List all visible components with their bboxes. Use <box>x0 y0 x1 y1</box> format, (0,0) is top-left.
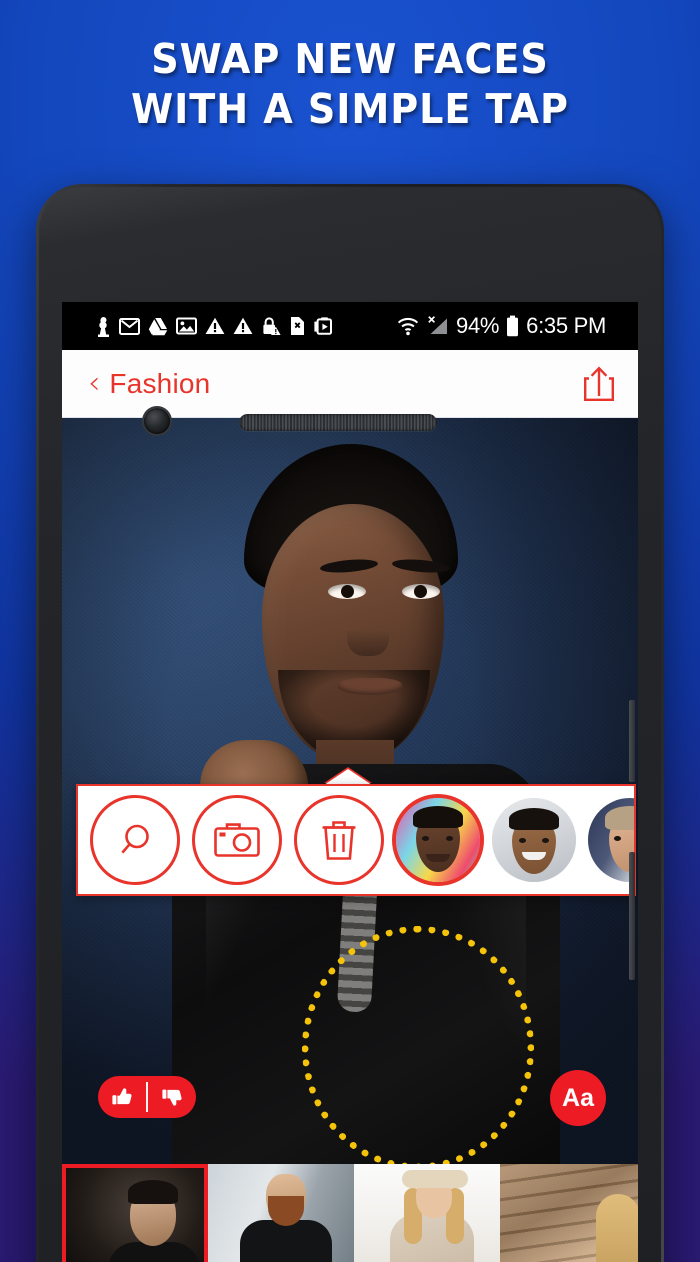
android-status-bar: 94% 6:35 PM <box>62 302 638 350</box>
wifi-icon <box>397 318 419 336</box>
rating-control <box>98 1076 196 1118</box>
gmail-icon <box>119 317 140 335</box>
thumbnail-hat <box>402 1170 468 1188</box>
google-drive-icon <box>148 317 168 335</box>
delete-face-button[interactable] <box>294 795 384 885</box>
status-system-icons: 94% 6:35 PM <box>396 313 622 339</box>
volume-button[interactable] <box>629 852 635 980</box>
avatar-hair <box>413 806 463 828</box>
camera-icon <box>214 823 260 857</box>
photo-canvas[interactable]: Aa <box>62 418 638 1164</box>
cell-signal-no-service-icon <box>428 316 448 334</box>
avatar-eye-left <box>519 838 526 843</box>
search-faces-button[interactable] <box>90 795 180 885</box>
file-error-icon <box>291 317 304 335</box>
avatar-hair <box>605 806 634 830</box>
dislike-button[interactable] <box>148 1086 196 1108</box>
template-thumbnail-2[interactable] <box>208 1164 354 1262</box>
avatar-eye-right <box>542 838 549 843</box>
page-title: Fashion <box>109 367 211 399</box>
template-thumbnail-4[interactable] <box>500 1164 638 1262</box>
promo-screenshot: SWAP NEW FACES WITH A SIMPLE TAP 94% 6:3… <box>0 0 700 1262</box>
like-button[interactable] <box>98 1086 146 1108</box>
battery-percent-label: 94% <box>456 313 500 338</box>
avatar-eye-left <box>422 836 429 841</box>
thumbs-down-icon <box>162 1089 182 1106</box>
back-button[interactable]: ‹ Fashion <box>88 368 210 400</box>
warning-icon <box>233 317 253 334</box>
media-clipboard-icon <box>314 317 332 335</box>
template-thumbnail-1[interactable] <box>62 1164 208 1262</box>
subject-mouth <box>338 678 402 695</box>
face-option-2[interactable] <box>492 798 576 882</box>
subject-nose <box>347 612 389 656</box>
chess-pawn-icon <box>98 316 109 337</box>
status-clock: 6:35 PM <box>526 313 606 338</box>
face-picker-toolbar <box>76 784 636 896</box>
avatar-eye-left <box>614 836 621 841</box>
subject-pupil-right <box>414 585 427 598</box>
rating-divider <box>146 1082 148 1112</box>
thumbnail-hair <box>596 1194 638 1262</box>
subject-pupil-left <box>341 585 354 598</box>
battery-full-icon <box>507 315 519 337</box>
promo-headline: SWAP NEW FACES WITH A SIMPLE TAP <box>0 34 700 134</box>
earpiece-speaker <box>239 414 437 431</box>
text-tool-button[interactable]: Aa <box>550 1070 606 1126</box>
template-filmstrip[interactable] <box>62 1164 638 1262</box>
warning-icon <box>205 317 225 334</box>
share-icon[interactable] <box>582 365 616 403</box>
search-icon <box>121 824 149 854</box>
headline-line-1: SWAP NEW FACES <box>151 35 549 83</box>
face-picker-popover <box>76 769 636 896</box>
popover-caret-icon <box>324 769 372 785</box>
camera-capture-button[interactable] <box>192 795 282 885</box>
status-notification-icons <box>78 316 396 337</box>
phone-screen: 94% 6:35 PM ‹ Fashion Aa <box>62 302 638 1262</box>
front-camera-icon <box>144 408 170 434</box>
thumbnail-hair <box>128 1180 178 1204</box>
template-thumbnail-3[interactable] <box>354 1164 500 1262</box>
app-bar: ‹ Fashion <box>62 350 638 418</box>
trash-icon <box>322 821 356 860</box>
power-button[interactable] <box>629 700 635 782</box>
thumbnail-body <box>240 1220 332 1262</box>
lock-warning-icon <box>263 317 281 335</box>
headline-line-2: WITH A SIMPLE TAP <box>131 85 569 133</box>
photo-icon <box>176 317 197 335</box>
avatar-hair <box>509 808 559 830</box>
avatar-eye-right <box>446 836 453 841</box>
face-option-1[interactable] <box>396 798 480 882</box>
phone-device-mockup: 94% 6:35 PM ‹ Fashion Aa <box>36 184 664 1262</box>
chevron-left-icon: ‹ <box>88 365 101 401</box>
thumbs-up-icon <box>112 1088 132 1105</box>
face-selection-ring[interactable] <box>302 926 534 1164</box>
